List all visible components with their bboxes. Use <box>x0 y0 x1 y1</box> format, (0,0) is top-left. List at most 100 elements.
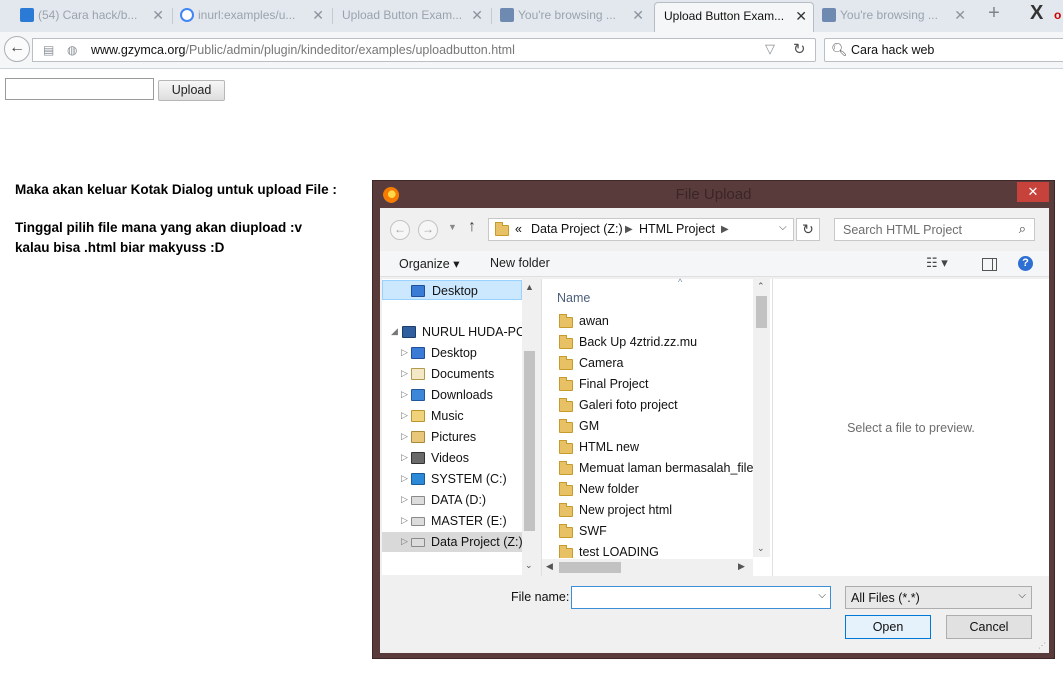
scroll-thumb[interactable] <box>524 351 535 531</box>
scroll-left-icon[interactable]: ◀ <box>546 561 553 572</box>
nav-item-label: Pictures <box>431 430 477 444</box>
nav-item-system-c[interactable]: ▷ SYSTEM (C:) <box>382 469 522 489</box>
chevron-right-icon[interactable]: ▶ <box>721 224 729 235</box>
browse-icon <box>500 8 514 22</box>
up-arrow-icon[interactable]: ↑ <box>468 218 476 236</box>
expand-arrow-icon[interactable]: ▷ <box>401 473 408 484</box>
scroll-right-icon[interactable]: ▶ <box>738 561 745 572</box>
file-type-select[interactable]: All Files (*.*) ⌵ <box>845 586 1032 609</box>
expand-arrow-icon[interactable]: ▷ <box>401 347 408 358</box>
chevron-right-icon[interactable]: ▶ <box>625 224 633 235</box>
dialog-close-button[interactable]: ✕ <box>1017 182 1049 202</box>
close-tab-icon[interactable]: ✕ <box>795 3 807 29</box>
column-header-name[interactable]: Name <box>557 291 590 305</box>
resize-grip-icon[interactable]: ⋰ <box>1038 641 1046 650</box>
tab-3[interactable]: Upload Button Exam... ✕ <box>334 2 489 30</box>
list-item[interactable]: test LOADING <box>542 542 756 558</box>
scroll-up-icon[interactable]: ▲ <box>525 282 534 292</box>
dialog-back-button[interactable]: ← <box>390 220 410 240</box>
close-tab-icon[interactable]: ✕ <box>152 2 164 28</box>
breadcrumb[interactable]: « Data Project (Z:) ▶ HTML Project ▶ ⌵ <box>488 218 794 241</box>
nav-item-music[interactable]: ▷ Music <box>382 406 522 426</box>
list-item[interactable]: Back Up 4ztrid.zz.mu <box>542 332 756 353</box>
expand-arrow-icon[interactable]: ▷ <box>401 389 408 400</box>
folder-icon <box>559 356 573 370</box>
url-bar[interactable]: ▤ ◍ www.gzymca.org/Public/admin/plugin/k… <box>32 38 816 62</box>
nav-item-label: DATA (D:) <box>431 493 487 507</box>
list-item[interactable]: awan <box>542 311 756 332</box>
nav-item-videos[interactable]: ▷ Videos <box>382 448 522 468</box>
expand-arrow-icon[interactable]: ▷ <box>401 452 408 463</box>
nav-item-pictures[interactable]: ▷ Pictures <box>382 427 522 447</box>
list-item[interactable]: Galeri foto project <box>542 395 756 416</box>
nav-item-downloads[interactable]: ▷ Downloads <box>382 385 522 405</box>
file-name-input[interactable]: ⌵ <box>571 586 831 609</box>
nav-item-master-e[interactable]: ▷ MASTER (E:) <box>382 511 522 531</box>
file-list-horizontal-scrollbar[interactable]: ◀ ▶ <box>542 559 753 576</box>
breadcrumb-item-data-project[interactable]: Data Project (Z:) <box>531 222 623 236</box>
preview-pane-icon[interactable] <box>982 258 997 271</box>
dialog-search-input[interactable]: Search HTML Project ⌕ <box>834 218 1035 241</box>
expand-arrow-icon[interactable]: ▷ <box>401 431 408 442</box>
search-bar[interactable]: 🔍︎ Cara hack web <box>824 38 1063 62</box>
nav-item-desktop[interactable]: ▷ Desktop <box>382 343 522 363</box>
tab-title: You're browsing ... <box>840 8 938 22</box>
chevron-down-icon[interactable]: ▽ <box>765 41 775 57</box>
refresh-button[interactable]: ↻ <box>796 218 820 241</box>
list-item[interactable]: Camera <box>542 353 756 374</box>
list-item[interactable]: GM <box>542 416 756 437</box>
help-icon[interactable]: ? <box>1018 256 1033 271</box>
organize-button[interactable]: Organize ▾ <box>399 256 459 271</box>
folder-icon <box>559 419 573 433</box>
tab-1[interactable]: (54) Cara hack/b... ✕ <box>16 2 170 30</box>
expand-arrow-icon[interactable]: ▷ <box>401 368 408 379</box>
chevron-down-icon[interactable]: ⌵ <box>779 222 787 233</box>
new-tab-button[interactable]: + <box>984 3 1004 24</box>
list-item[interactable]: SWF <box>542 521 756 542</box>
expanded-arrow-icon[interactable]: ◢ <box>391 326 398 337</box>
tab-6[interactable]: You're browsing ... ✕ <box>818 2 972 30</box>
chevron-down-icon[interactable]: ⌵ <box>818 590 826 601</box>
list-item[interactable]: Final Project <box>542 374 756 395</box>
new-folder-button[interactable]: New folder <box>490 256 550 270</box>
nav-item-documents[interactable]: ▷ Documents <box>382 364 522 384</box>
tab-4[interactable]: You're browsing ... ✕ <box>496 2 650 30</box>
close-tab-icon[interactable]: ✕ <box>312 2 324 28</box>
dialog-forward-button[interactable]: → <box>418 220 438 240</box>
file-path-input[interactable] <box>5 78 154 100</box>
tab-2[interactable]: inurl:examples/u... ✕ <box>176 2 330 30</box>
scroll-up-icon[interactable]: ⌃ <box>757 281 765 292</box>
back-button[interactable]: ← <box>4 36 30 62</box>
list-item[interactable]: New folder <box>542 479 756 500</box>
nav-item-computer[interactable]: ◢ NURUL HUDA-PC <box>382 322 525 342</box>
nav-item-desktop-top[interactable]: Desktop <box>382 280 522 300</box>
window-close-button[interactable]: X <box>1030 2 1043 25</box>
cancel-button[interactable]: Cancel <box>946 615 1032 639</box>
scroll-down-icon[interactable]: ⌄ <box>757 543 765 554</box>
nav-scrollbar[interactable]: ▲ ⌄ <box>522 279 537 575</box>
close-tab-icon[interactable]: ✕ <box>632 2 644 28</box>
breadcrumb-item-html-project[interactable]: HTML Project <box>639 222 715 236</box>
reload-icon[interactable]: ↻ <box>793 40 806 58</box>
close-tab-icon[interactable]: ✕ <box>471 2 483 28</box>
file-list-vertical-scrollbar[interactable]: ⌃ ⌄ <box>753 279 770 557</box>
scroll-thumb[interactable] <box>756 296 767 328</box>
close-tab-icon[interactable]: ✕ <box>954 2 966 28</box>
list-item[interactable]: HTML new <box>542 437 756 458</box>
recent-locations-chevron-icon[interactable]: ▼ <box>448 222 457 232</box>
nav-item-data-project-z[interactable]: ▷ Data Project (Z:) <box>382 532 523 552</box>
expand-arrow-icon[interactable]: ▷ <box>401 410 408 421</box>
list-item[interactable]: New project html <box>542 500 756 521</box>
open-button[interactable]: Open <box>845 615 931 639</box>
expand-arrow-icon[interactable]: ▷ <box>401 515 408 526</box>
list-item[interactable]: Memuat laman bermasalah_files <box>542 458 760 479</box>
scroll-down-icon[interactable]: ⌄ <box>525 560 533 571</box>
upload-button[interactable]: Upload <box>158 80 225 101</box>
expand-arrow-icon[interactable]: ▷ <box>401 494 408 505</box>
scroll-thumb[interactable] <box>559 562 621 573</box>
view-options-icon[interactable]: ☷ ▾ <box>926 255 948 271</box>
nav-item-data-d[interactable]: ▷ DATA (D:) <box>382 490 522 510</box>
tab-5-active[interactable]: Upload Button Exam... ✕ <box>654 2 814 32</box>
breadcrumb-prefix[interactable]: « <box>515 222 522 236</box>
expand-arrow-icon[interactable]: ▷ <box>401 536 408 547</box>
